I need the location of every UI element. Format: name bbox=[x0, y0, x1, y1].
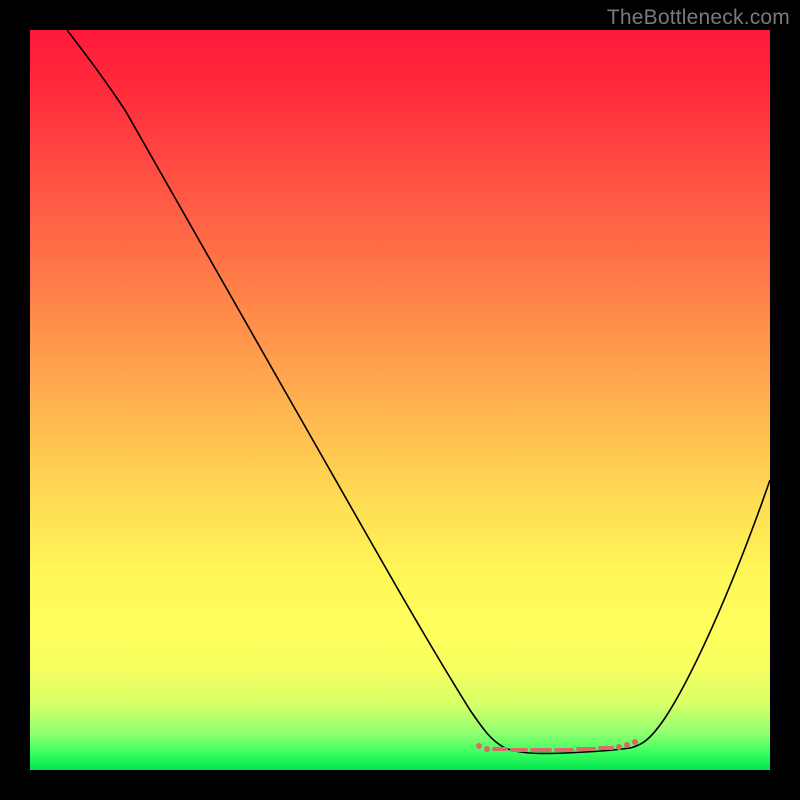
chart-plot-area bbox=[30, 30, 770, 770]
highlight-dot bbox=[476, 743, 482, 749]
chart-curve-path bbox=[67, 30, 770, 753]
highlight-segment bbox=[554, 748, 574, 752]
highlight-segment bbox=[530, 748, 552, 752]
highlight-segment bbox=[598, 746, 614, 750]
highlight-dot bbox=[624, 742, 630, 748]
highlight-dot bbox=[616, 744, 622, 750]
watermark-text: TheBottleneck.com bbox=[607, 6, 790, 30]
highlight-segment bbox=[576, 747, 596, 751]
highlight-segment bbox=[492, 747, 508, 751]
chart-bottom-highlight bbox=[480, 744, 640, 753]
highlight-dot bbox=[484, 746, 490, 752]
highlight-segment bbox=[510, 748, 528, 752]
chart-curve-layer bbox=[30, 30, 770, 770]
highlight-dot bbox=[632, 739, 638, 745]
